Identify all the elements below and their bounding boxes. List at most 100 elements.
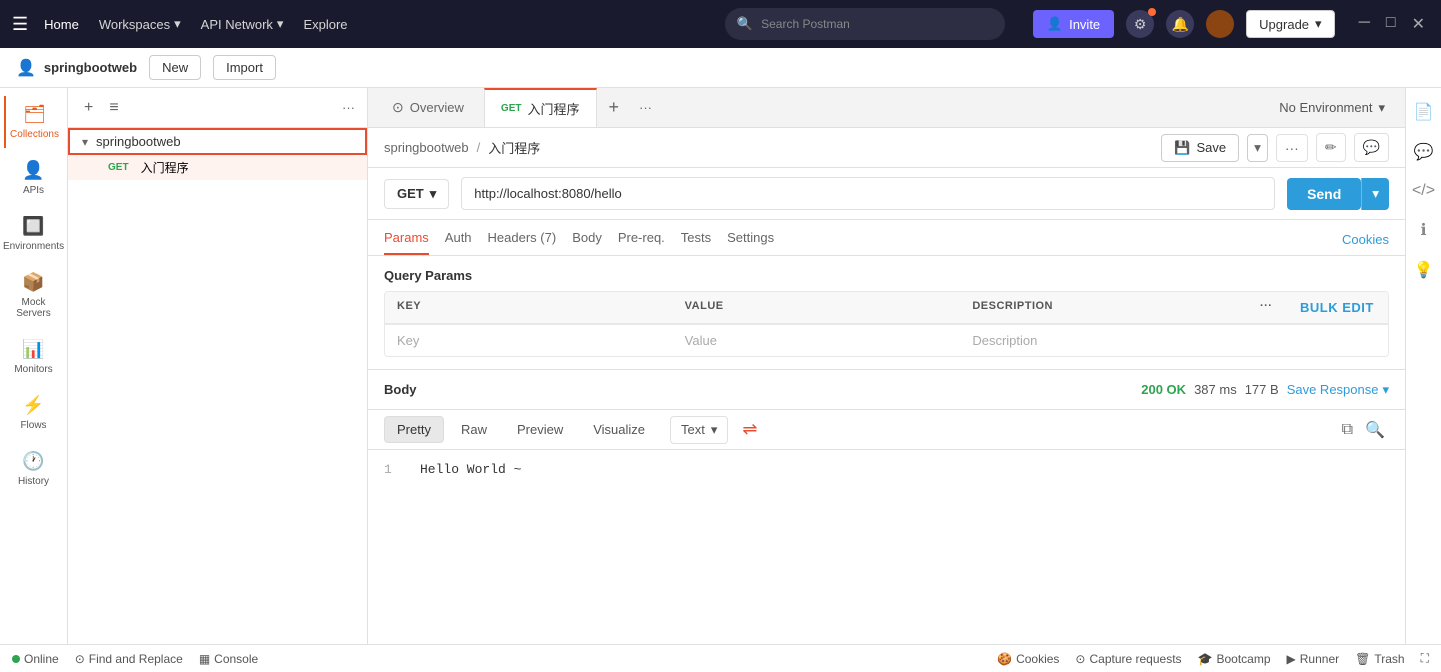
trash-icon: 🗑: [1355, 652, 1370, 666]
expand-icon: ⛶: [1421, 651, 1429, 666]
breadcrumb: springbootweb / 入门程序 💾 Save ▾ ··· ✏ 💬: [368, 128, 1405, 168]
search-response-button[interactable]: 🔍: [1361, 416, 1389, 444]
bottombar: Online ⊙ Find and Replace ▦ Console 🍪 Co…: [0, 644, 1441, 672]
method-select[interactable]: GET ▾: [384, 179, 449, 209]
response-format-selector[interactable]: Text ▾: [670, 416, 728, 444]
maximize-button[interactable]: □: [1382, 10, 1400, 38]
tab-current-request[interactable]: GET 入门程序: [484, 88, 597, 127]
breadcrumb-workspace[interactable]: springbootweb: [384, 140, 469, 155]
resp-filter-icon[interactable]: ⇌: [732, 414, 767, 445]
params-table-header: KEY VALUE DESCRIPTION ··· Bulk Edit: [385, 292, 1388, 324]
bulk-edit-button[interactable]: Bulk Edit: [1288, 292, 1388, 323]
request-item-intro[interactable]: GET 入门程序: [68, 155, 367, 180]
add-tab-button[interactable]: +: [601, 97, 628, 118]
close-button[interactable]: ✕: [1408, 10, 1429, 38]
bottombar-right: 🍪 Cookies ⊙ Capture requests 🎓 Bootcamp …: [997, 651, 1429, 666]
capture-requests-button[interactable]: ⊙ Capture requests: [1075, 652, 1181, 666]
expand-button[interactable]: ⛶: [1421, 651, 1429, 666]
bell-icon[interactable]: 🔔: [1166, 10, 1194, 38]
sidebar-item-mock-servers[interactable]: 📦 Mock Servers: [4, 264, 64, 327]
hamburger-menu-icon[interactable]: ☰: [12, 14, 28, 35]
response-content: 1 Hello World ~: [368, 450, 1405, 644]
avatar[interactable]: [1206, 10, 1234, 38]
response-status: 200 OK: [1141, 382, 1186, 397]
key-cell[interactable]: Key: [385, 325, 673, 356]
edit-icon[interactable]: ✏: [1316, 133, 1346, 162]
req-tab-body[interactable]: Body: [572, 222, 602, 255]
search-bar[interactable]: 🔍: [725, 8, 1005, 40]
req-tab-params[interactable]: Params: [384, 222, 429, 255]
value-cell[interactable]: Value: [673, 325, 961, 356]
params-empty-row: Key Value Description: [385, 324, 1388, 356]
import-button[interactable]: Import: [213, 55, 276, 80]
right-panel-code-icon[interactable]: </>: [1406, 176, 1441, 206]
url-input[interactable]: [461, 177, 1275, 210]
cookies-bottom-button[interactable]: 🍪 Cookies: [997, 652, 1059, 666]
nav-workspaces[interactable]: Workspaces ▾: [99, 16, 181, 32]
key-header: KEY: [385, 292, 673, 323]
right-panel-comments-icon[interactable]: 💬: [1408, 136, 1440, 168]
console-icon: ▦: [199, 652, 210, 666]
response-size: 177 B: [1245, 382, 1279, 397]
response-line-1: 1 Hello World ~: [384, 462, 1389, 477]
comment-icon[interactable]: 💬: [1354, 133, 1389, 162]
tab-overview[interactable]: ⊙ Overview: [376, 88, 480, 127]
save-dropdown-button[interactable]: ▾: [1247, 134, 1268, 162]
save-button[interactable]: 💾 Save: [1161, 134, 1239, 162]
sidebar-item-environments[interactable]: 🔲 Environments: [4, 208, 64, 260]
invite-icon: 👤: [1047, 16, 1063, 32]
tab-more-button[interactable]: ···: [631, 100, 660, 115]
minimize-button[interactable]: ─: [1355, 10, 1374, 38]
sidebar-item-flows[interactable]: ⚡ Flows: [4, 387, 64, 439]
right-panel-info-icon[interactable]: ℹ: [1414, 214, 1432, 246]
window-controls: ─ □ ✕: [1355, 10, 1429, 38]
sidebar-item-collections[interactable]: 🗂 Collections: [4, 96, 64, 148]
resp-tab-pretty[interactable]: Pretty: [384, 416, 444, 443]
bootcamp-icon: 🎓: [1198, 652, 1213, 666]
req-tab-settings[interactable]: Settings: [727, 222, 774, 255]
runner-button[interactable]: ▶ Runner: [1287, 652, 1340, 666]
req-tab-tests[interactable]: Tests: [681, 222, 711, 255]
invite-button[interactable]: 👤 Invite: [1033, 10, 1114, 38]
resp-tab-preview[interactable]: Preview: [504, 416, 576, 443]
right-panel-docs-icon[interactable]: 📄: [1408, 96, 1440, 128]
req-tab-headers[interactable]: Headers (7): [488, 222, 557, 255]
send-button[interactable]: Send: [1287, 178, 1361, 210]
sidebar-item-history[interactable]: 🕐 History: [4, 443, 64, 495]
send-dropdown-button[interactable]: ▾: [1361, 178, 1389, 210]
filter-collections-button[interactable]: ≡: [105, 95, 122, 121]
copy-response-button[interactable]: ⧉: [1338, 417, 1357, 443]
find-replace-icon: ⊙: [75, 652, 85, 666]
description-header: DESCRIPTION: [960, 292, 1248, 323]
bootcamp-button[interactable]: 🎓 Bootcamp: [1198, 652, 1271, 666]
collections-more-button[interactable]: ···: [342, 100, 355, 115]
cookies-link[interactable]: Cookies: [1342, 232, 1389, 255]
resp-tab-raw[interactable]: Raw: [448, 416, 500, 443]
add-collection-button[interactable]: +: [80, 95, 97, 121]
sidebar-item-apis[interactable]: 👤 APIs: [4, 152, 64, 204]
nav-api-network[interactable]: API Network ▾: [201, 16, 284, 32]
env-selector[interactable]: No Environment ▾: [1267, 100, 1397, 116]
search-input[interactable]: [761, 17, 993, 31]
sidebar-item-monitors[interactable]: 📊 Monitors: [4, 331, 64, 383]
upgrade-button[interactable]: Upgrade ▾: [1246, 10, 1334, 38]
nav-home[interactable]: Home: [44, 17, 79, 32]
response-header: Body 200 OK 387 ms 177 B Save Response ▾: [368, 370, 1405, 410]
collection-item-springbootweb[interactable]: ▾ springbootweb: [68, 128, 367, 155]
settings-icon[interactable]: ⚙: [1126, 10, 1154, 38]
status-online[interactable]: Online: [12, 652, 59, 666]
new-button[interactable]: New: [149, 55, 201, 80]
nav-explore[interactable]: Explore: [303, 17, 347, 32]
console-button[interactable]: ▦ Console: [199, 652, 258, 666]
trash-button[interactable]: 🗑 Trash: [1355, 652, 1404, 666]
req-tab-auth[interactable]: Auth: [445, 222, 472, 255]
resp-tab-visualize[interactable]: Visualize: [580, 416, 658, 443]
workspacebar: 👤 springbootweb New Import: [0, 48, 1441, 88]
collections-icon: 🗂: [23, 104, 46, 125]
save-response-button[interactable]: Save Response ▾: [1287, 382, 1389, 398]
req-tab-prereq[interactable]: Pre-req.: [618, 222, 665, 255]
description-cell[interactable]: Description: [960, 325, 1248, 356]
more-options-icon[interactable]: ···: [1276, 134, 1308, 162]
find-replace-button[interactable]: ⊙ Find and Replace: [75, 652, 183, 666]
right-panel-lightbulb-icon[interactable]: 💡: [1408, 254, 1440, 286]
